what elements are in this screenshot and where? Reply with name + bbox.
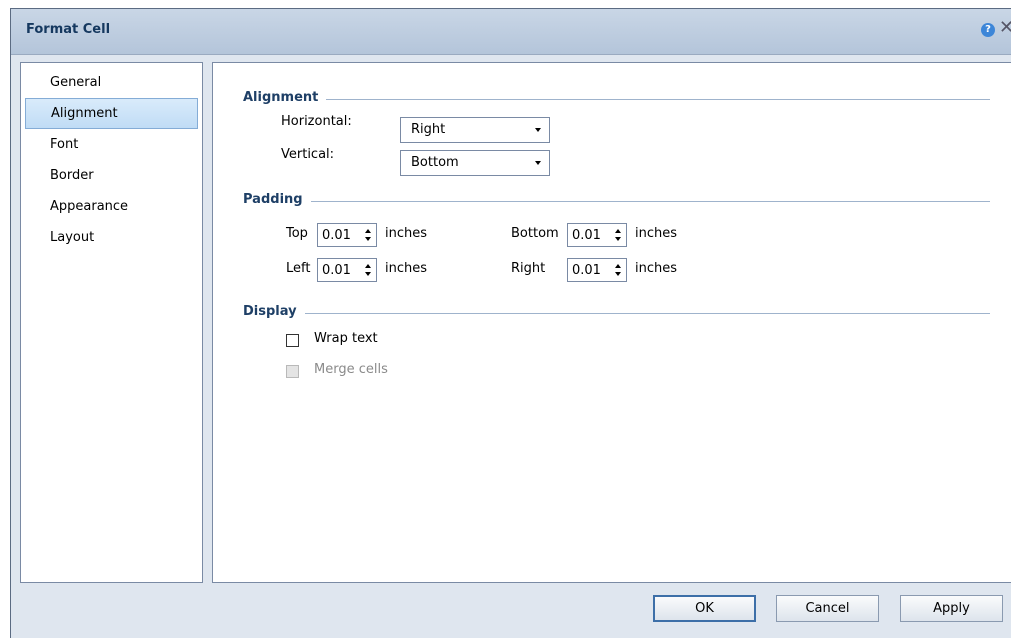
sidebar-item-layout[interactable]: Layout	[25, 222, 198, 253]
format-cell-dialog: Format Cell ? ✕ General Alignment Font B…	[10, 8, 1011, 638]
padding-left-spinner[interactable]: 0.01	[317, 258, 377, 282]
padding-left-value: 0.01	[322, 263, 351, 278]
dialog-titlebar[interactable]: Format Cell ? ✕	[11, 9, 1011, 55]
wrap-text-label[interactable]: Wrap text	[314, 331, 378, 346]
padding-bottom-label: Bottom	[511, 226, 559, 241]
spinner-up-icon[interactable]	[615, 264, 621, 268]
padding-right-label: Right	[511, 261, 546, 276]
spinner-down-icon[interactable]	[615, 237, 621, 241]
padding-section-title: Padding	[243, 192, 303, 207]
spinner-down-icon[interactable]	[365, 272, 371, 276]
padding-top-spinner[interactable]: 0.01	[317, 223, 377, 247]
horizontal-label: Horizontal:	[281, 114, 352, 129]
section-divider	[310, 201, 990, 202]
sidebar-item-border[interactable]: Border	[25, 160, 198, 191]
padding-bottom-spinner[interactable]: 0.01	[567, 223, 627, 247]
padding-right-value: 0.01	[572, 263, 601, 278]
horizontal-select-value: Right	[411, 122, 446, 137]
chevron-down-icon	[535, 161, 541, 165]
spinner-up-icon[interactable]	[615, 229, 621, 233]
alignment-section-title: Alignment	[243, 90, 319, 105]
padding-right-unit: inches	[635, 261, 678, 276]
close-icon[interactable]: ✕	[999, 18, 1011, 38]
display-section-header: Display	[243, 304, 990, 319]
padding-top-label: Top	[286, 226, 308, 241]
sidebar-item-appearance[interactable]: Appearance	[25, 191, 198, 222]
padding-right-spinner[interactable]: 0.01	[567, 258, 627, 282]
vertical-select[interactable]: Bottom	[400, 150, 550, 176]
padding-left-label: Left	[286, 261, 311, 276]
category-list: General Alignment Font Border Appearance…	[20, 62, 203, 583]
cancel-button[interactable]: Cancel	[776, 595, 879, 622]
apply-button[interactable]: Apply	[900, 595, 1003, 622]
spinner-down-icon[interactable]	[365, 237, 371, 241]
dialog-title: Format Cell	[26, 22, 111, 37]
ok-button[interactable]: OK	[653, 595, 756, 622]
display-section-title: Display	[243, 304, 297, 319]
vertical-label: Vertical:	[281, 147, 335, 162]
spinner-down-icon[interactable]	[615, 272, 621, 276]
merge-cells-label: Merge cells	[314, 362, 388, 377]
horizontal-select[interactable]: Right	[400, 117, 550, 143]
help-icon[interactable]: ?	[981, 23, 995, 37]
padding-left-unit: inches	[385, 261, 428, 276]
section-divider	[326, 99, 990, 100]
padding-bottom-value: 0.01	[572, 228, 601, 243]
sidebar-item-general[interactable]: General	[25, 67, 198, 98]
merge-cells-checkbox	[286, 365, 299, 378]
spinner-up-icon[interactable]	[365, 264, 371, 268]
padding-top-unit: inches	[385, 226, 428, 241]
vertical-select-value: Bottom	[411, 155, 459, 170]
sidebar-item-alignment[interactable]: Alignment	[25, 98, 198, 129]
settings-panel: Alignment Horizontal: Right Vertical: Bo…	[212, 62, 1011, 583]
section-divider	[304, 313, 990, 314]
spinner-up-icon[interactable]	[365, 229, 371, 233]
padding-bottom-unit: inches	[635, 226, 678, 241]
wrap-text-checkbox[interactable]	[286, 334, 299, 347]
alignment-section-header: Alignment	[243, 90, 990, 105]
padding-top-value: 0.01	[322, 228, 351, 243]
chevron-down-icon	[535, 128, 541, 132]
sidebar-item-font[interactable]: Font	[25, 129, 198, 160]
padding-section-header: Padding	[243, 192, 990, 207]
